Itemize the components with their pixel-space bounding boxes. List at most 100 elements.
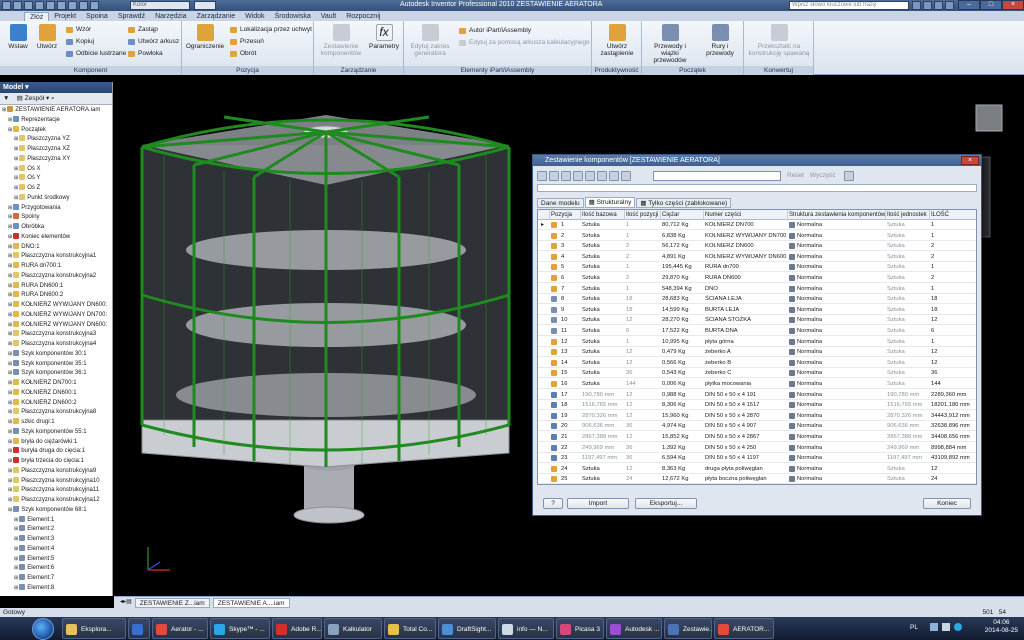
- cell-qty[interactable]: 36: [625, 421, 661, 431]
- col-numer-czesci[interactable]: Numer części: [704, 210, 788, 220]
- cell-pos[interactable]: 3: [560, 241, 581, 251]
- tray-volume-icon[interactable]: [942, 623, 950, 631]
- cell-part[interactable]: DIN 50 x 50 x 4 907: [704, 421, 788, 431]
- expand-icon[interactable]: ⊞: [14, 195, 18, 201]
- tab-projekt[interactable]: Projekt: [49, 12, 81, 21]
- tree-item[interactable]: ⊞ Element:7: [0, 574, 113, 584]
- taskbar-item[interactable]: Picasa 3: [556, 618, 604, 639]
- expand-icon[interactable]: ⊞: [14, 575, 18, 581]
- table-row[interactable]: 8 Sztuka 18 28,683 Kg ŚCIANA LEJA Normalna Szt…: [538, 294, 976, 305]
- cell-unit[interactable]: Sztuka: [886, 294, 930, 304]
- cell-base[interactable]: Sztuka: [581, 273, 625, 283]
- app-menu-icon[interactable]: [2, 1, 11, 10]
- taskbar-item[interactable]: Total Co...: [384, 618, 436, 639]
- export-button[interactable]: Eksportuj...: [635, 498, 697, 509]
- formula-bar[interactable]: [537, 184, 977, 192]
- cell-struct[interactable]: Normalna: [796, 241, 886, 251]
- cell-struct[interactable]: Normalna: [796, 443, 886, 453]
- sort-icon[interactable]: [609, 170, 619, 181]
- cell-qty[interactable]: 12: [625, 432, 661, 442]
- import-button[interactable]: Import: [567, 498, 629, 509]
- tree-item[interactable]: ⊞ Płaszczyzna konstrukcyjna12: [0, 496, 113, 506]
- cell-base[interactable]: Sztuka: [581, 294, 625, 304]
- tree-item[interactable]: ⊞ bryła do ciężarówki:1: [0, 437, 113, 448]
- cell-part[interactable]: DIN 50 x 50 x 4 250: [704, 443, 788, 453]
- cell-pos[interactable]: 13: [560, 347, 581, 357]
- cell-struct[interactable]: Normalna: [796, 400, 886, 410]
- cell-mass[interactable]: 28,270 Kg: [661, 315, 704, 325]
- expand-icon[interactable]: ⊞: [8, 273, 12, 279]
- table-row[interactable]: 25 Sztuka 24 12,672 Kg płyta boczna poliwęgl…: [538, 474, 976, 484]
- cell-unit[interactable]: Sztuka: [886, 220, 930, 230]
- tree-item[interactable]: ⊞ Przygotowania: [0, 203, 113, 214]
- cell-pos[interactable]: 14: [560, 358, 581, 368]
- taskbar-item[interactable]: Aerator - ...: [152, 618, 208, 639]
- expand-icon[interactable]: ⊞: [14, 517, 18, 523]
- taskbar-item[interactable]: Skype™ - ...: [210, 618, 270, 639]
- cell-pos[interactable]: 15: [560, 368, 581, 378]
- cell-struct[interactable]: Normalna: [796, 347, 886, 357]
- table-row[interactable]: 3 Sztuka 2 56,172 Kg KOŁNIERZ DN600 Normalna S…: [538, 241, 976, 252]
- cell-total[interactable]: 34443,912 mm: [930, 411, 976, 421]
- cell-qty[interactable]: 12: [625, 464, 661, 474]
- cell-qty[interactable]: 36: [625, 368, 661, 378]
- cell-struct[interactable]: Normalna: [796, 305, 886, 315]
- cell-pos[interactable]: 20: [560, 421, 581, 431]
- table-row[interactable]: ▸ 1 Sztuka 1 80,712 Kg KOŁNIERZ DN700 Normalna…: [538, 220, 976, 230]
- group-icon[interactable]: [573, 170, 583, 181]
- cell-pos[interactable]: 8: [560, 294, 581, 304]
- cell-qty[interactable]: 2: [625, 252, 661, 262]
- expand-icon[interactable]: ⊞: [14, 536, 18, 542]
- tree-item[interactable]: ⊞ Płaszczyzna konstrukcyjna8: [0, 408, 113, 418]
- cell-unit[interactable]: Sztuka: [886, 368, 930, 378]
- parameters-button[interactable]: fx Parametry: [366, 24, 402, 50]
- cell-qty[interactable]: 12: [625, 390, 661, 400]
- cell-part[interactable]: DIN 50 x 50 x 4 1517: [704, 400, 788, 410]
- move-button[interactable]: Przesuń: [230, 38, 264, 46]
- help-button[interactable]: ?: [543, 498, 563, 509]
- filter-dropdown[interactable]: [653, 170, 781, 181]
- table-row[interactable]: 9 Sztuka 18 14,599 Kg BURTA LEJA Normalna Sztu…: [538, 305, 976, 315]
- grip-snap-button[interactable]: Lokalizacja przez uchwyt: [230, 26, 312, 34]
- cell-base[interactable]: Sztuka: [581, 305, 625, 315]
- cell-unit[interactable]: Sztuka: [886, 252, 930, 262]
- create-substitute-button[interactable]: Utwórz zastąpienie: [598, 24, 636, 57]
- table-row[interactable]: 18 1516,765 mm 12 8,306 Kg DIN 50 x 50 x 4 1…: [538, 400, 976, 411]
- col-ilosc-bazowa[interactable]: Ilość bazowa: [581, 210, 625, 220]
- undo-icon[interactable]: [46, 1, 55, 10]
- part-number-icon[interactable]: [549, 170, 559, 181]
- cell-part[interactable]: KOŁNIERZ DN600: [704, 241, 788, 251]
- cell-mass[interactable]: 0,006 Kg: [661, 379, 704, 389]
- taskbar-item[interactable]: [128, 618, 150, 639]
- cell-pos[interactable]: 19: [560, 411, 581, 421]
- expand-icon[interactable]: ⊞: [8, 390, 12, 396]
- cell-qty[interactable]: 12: [625, 347, 661, 357]
- cell-base[interactable]: Sztuka: [581, 379, 625, 389]
- cell-part[interactable]: ŚCIANA LEJA: [704, 294, 788, 304]
- cell-mass[interactable]: 17,522 Kg: [661, 326, 704, 336]
- tree-item[interactable]: ⊞ Oś Z: [0, 184, 113, 194]
- cell-base[interactable]: Sztuka: [581, 231, 625, 241]
- tree-item[interactable]: ⊞ buryła druga do cięcia:1: [0, 447, 113, 457]
- cell-mass[interactable]: 12,672 Kg: [661, 474, 704, 484]
- redo-icon[interactable]: [57, 1, 66, 10]
- cell-unit[interactable]: Sztuka: [886, 337, 930, 347]
- taskbar-item[interactable]: Kalkulator: [324, 618, 382, 639]
- cell-pos[interactable]: 12: [560, 337, 581, 347]
- cell-base[interactable]: Sztuka: [581, 347, 625, 357]
- cell-part[interactable]: druga płyta poliwęglan: [704, 464, 788, 474]
- cell-mass[interactable]: 0,479 Kg: [661, 347, 704, 357]
- expand-icon[interactable]: ⊞: [8, 283, 12, 289]
- expand-icon[interactable]: ⊞: [8, 331, 12, 337]
- taskbar-item[interactable]: info — N...: [498, 618, 554, 639]
- cell-unit[interactable]: Sztuka: [886, 273, 930, 283]
- done-button[interactable]: Koniec: [923, 498, 971, 509]
- table-row[interactable]: 5 Sztuka 1 195,445 Kg RURA dn700 Normalna Sztu…: [538, 262, 976, 273]
- tree-item[interactable]: ⊞ Element:8: [0, 583, 113, 594]
- tree-item[interactable]: ⊞ Element:1: [0, 515, 113, 526]
- cell-qty[interactable]: 18: [625, 305, 661, 315]
- expand-icon[interactable]: ⊞: [14, 565, 18, 571]
- expand-icon[interactable]: ⊞: [8, 478, 12, 484]
- cell-struct[interactable]: Normalna: [796, 421, 886, 431]
- table-row[interactable]: 12 Sztuka 1 10,995 Kg płyta górna Normalna Szt…: [538, 337, 976, 347]
